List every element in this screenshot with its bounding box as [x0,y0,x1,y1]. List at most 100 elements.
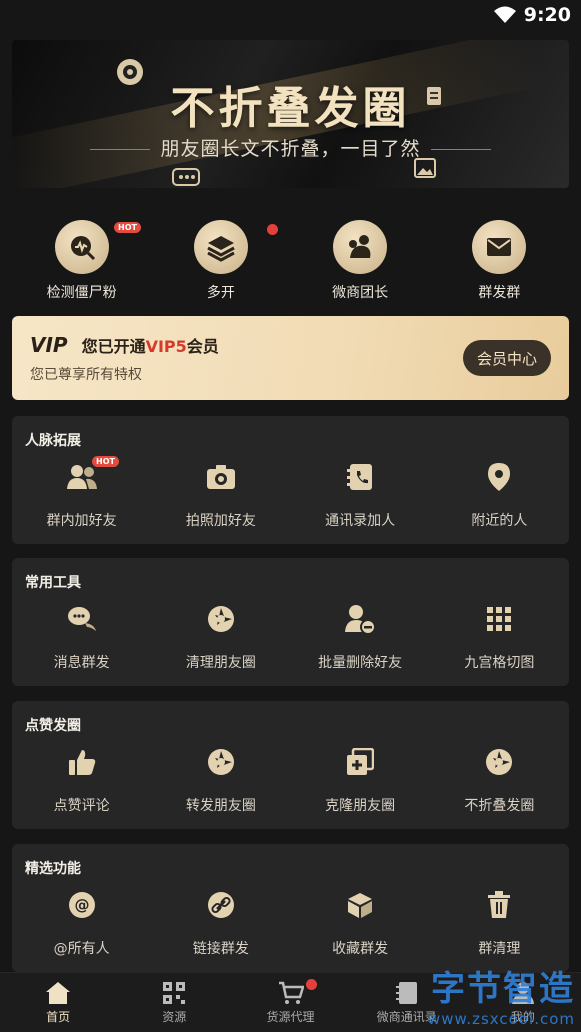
nav-tab-mine[interactable]: 我的 [465,973,581,1032]
clock: 9:20 [523,4,571,26]
box-icon [346,890,374,920]
tool-label: 收藏群发 [332,941,389,957]
nav-tab-label: 我的 [510,1009,535,1024]
hot-badge: HOT [114,222,141,233]
tool-label: 转发朋友圈 [185,798,256,814]
vip-level: VIP5 [145,337,187,356]
aperture-icon [207,604,235,634]
tool-clean-moments[interactable]: 清理朋友圈 [151,604,290,672]
tool-favorite-broadcast[interactable]: 收藏群发 [291,890,430,958]
tool-label: 批量删除好友 [318,655,403,671]
tool-label: 点赞评论 [53,798,110,814]
quick-item-label: 多开 [206,285,235,301]
thumbs-up-icon [68,747,96,777]
location-pin-icon [487,462,511,492]
tool-label: 九宫格切图 [464,655,535,671]
section-title: 常用工具 [25,575,81,591]
vip-subtitle: 您已尊享所有特权 [30,367,142,383]
tool-group-add-friends[interactable]: HOT 群内加好友 [12,456,151,530]
nav-tab-resources[interactable]: 资源 [116,973,232,1032]
tool-group-cleanup[interactable]: 群清理 [430,890,569,958]
tool-clone-moments[interactable]: 克隆朋友圈 [291,747,430,815]
layers-icon [193,220,248,274]
quick-item-multi-open[interactable]: 多开 [151,220,290,302]
wifi-icon [493,6,516,23]
tool-label: 克隆朋友圈 [325,798,396,814]
at-icon: @ [68,890,96,920]
home-icon [46,981,71,1004]
nav-tab-label: 货源代理 [266,1009,315,1024]
quick-item-label: 群发群 [478,285,521,301]
tool-label: 拍照加好友 [185,513,256,529]
clone-icon [346,747,375,777]
tool-label: 群清理 [478,941,521,957]
aperture-icon [207,747,235,777]
notification-dot [306,979,318,990]
tool-forward-moments[interactable]: 转发朋友圈 [151,747,290,815]
vip-logo: VIP [30,333,68,357]
section-network: 人脉拓展 HOT 群内加好友 拍照加好友 通讯录加人 附近的人 [12,416,569,544]
nav-tab-label: 微商通讯录 [376,1009,437,1024]
qrcode-icon [163,981,186,1004]
tool-label: 不折叠发圈 [464,798,535,814]
mail-icon [472,220,527,274]
vip-card[interactable]: VIP 您已开通VIP5会员 您已尊享所有特权 会员中心 [12,316,569,400]
quick-item-team-leader[interactable]: 微商团长 [291,220,430,302]
tool-message-broadcast[interactable]: 消息群发 [12,604,151,672]
hot-badge: HOT [92,456,119,467]
user-icon [511,981,534,1004]
tool-label: 通讯录加人 [325,513,396,529]
vip-status: 您已开通VIP5会员 [81,337,219,356]
camera-icon [206,462,236,492]
section-title: 精选功能 [25,861,81,877]
tool-label: 群内加好友 [46,513,117,529]
nav-tab-home[interactable]: 首页 [0,973,116,1032]
chat-bubbles-icon [67,604,97,634]
wave-search-icon [54,220,109,274]
member-center-button[interactable]: 会员中心 [462,340,551,376]
tool-label: @所有人 [53,941,110,957]
tool-nine-grid-cut[interactable]: 九宫格切图 [430,604,569,672]
tool-batch-delete-friends[interactable]: 批量删除好友 [291,604,430,672]
tool-link-broadcast[interactable]: 链接群发 [151,890,290,958]
tool-no-fold-post[interactable]: 不折叠发圈 [430,747,569,815]
tool-nearby-people[interactable]: 附近的人 [430,462,569,530]
contacts-book-icon [395,981,417,1004]
tool-at-all[interactable]: @ @所有人 [12,890,151,958]
tool-contacts-add[interactable]: 通讯录加人 [291,462,430,530]
tool-label: 消息群发 [53,655,110,671]
promo-banner[interactable]: 不折叠发圈 朋友圈长文不折叠，一目了然 [12,40,569,188]
tool-photo-add-friends[interactable]: 拍照加好友 [151,462,290,530]
quick-item-label: 检测僵尸粉 [46,285,117,301]
tool-label: 清理朋友圈 [185,655,256,671]
nav-tab-supply-agent[interactable]: 货源代理 [232,973,348,1032]
link-icon [207,890,235,920]
tool-label: 附近的人 [471,513,528,529]
trash-icon [487,890,511,920]
bottom-navigation: 首页 资源 货源代理 微商通讯录 我的 [0,972,581,1032]
section-common-tools: 常用工具 消息群发 清理朋友圈 批量删除好友 九宫格切图 [12,558,569,686]
section-like-post: 点赞发圈 点赞评论 转发朋友圈 克隆朋友圈 不折叠发圈 [12,701,569,829]
quick-item-group-send[interactable]: 群发群 [430,220,569,302]
tool-like-comment[interactable]: 点赞评论 [12,747,151,815]
team-icon [333,220,388,274]
notification-dot [267,224,279,235]
quick-item-label: 微商团长 [332,285,389,301]
group-users-icon [66,462,98,492]
status-bar: 9:20 [0,0,581,32]
quick-actions: HOT 检测僵尸粉 多开 微商团长 群发群 [12,220,569,302]
aperture-icon [485,747,513,777]
grid-icon [486,604,512,634]
section-title: 人脉拓展 [25,433,81,449]
banner-subtitle: 朋友圈长文不折叠，一目了然 [12,134,569,161]
tool-label: 链接群发 [192,941,249,957]
nav-tab-label: 首页 [46,1009,71,1024]
nav-tab-wechat-contacts[interactable]: 微商通讯录 [349,973,465,1032]
chat-icon [172,168,200,186]
quick-item-zombie-check[interactable]: HOT 检测僵尸粉 [12,220,151,302]
nav-tab-label: 资源 [162,1009,187,1024]
user-remove-icon [344,604,377,634]
contacts-phone-icon [347,462,373,492]
section-title: 点赞发圈 [25,718,81,734]
image-icon [414,158,436,178]
